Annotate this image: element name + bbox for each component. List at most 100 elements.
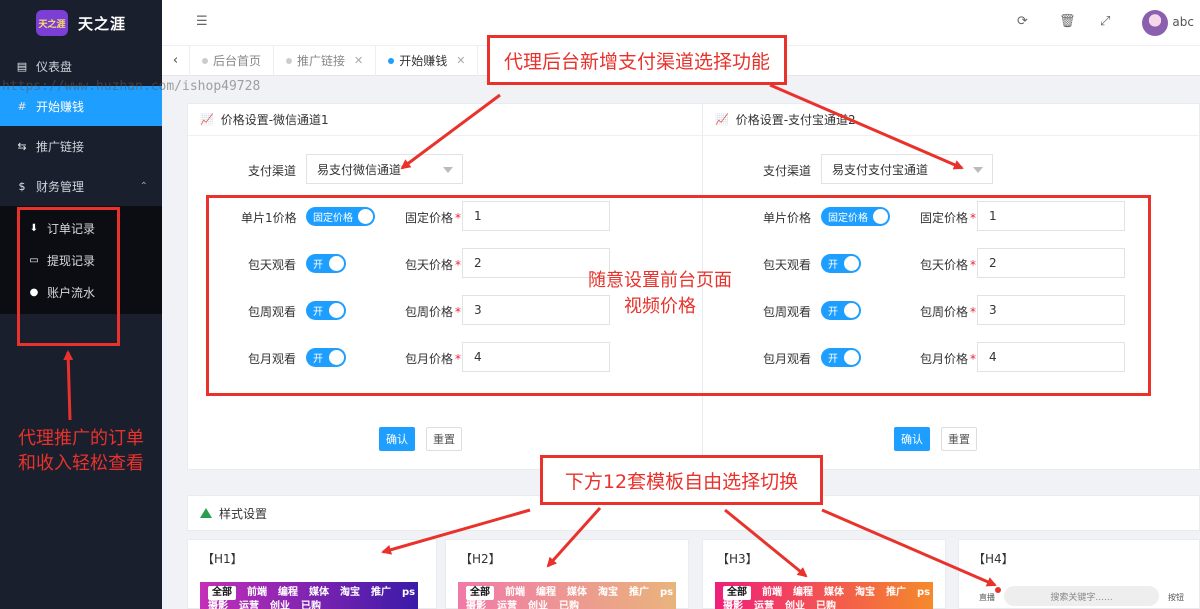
template-preview: 全部 前端 编程 媒体 淘宝 推广 ps 摄影 运营 创业 已购 <box>200 582 418 609</box>
tag: 前端 <box>247 587 267 598</box>
tag: 摄影 <box>208 601 228 609</box>
fullscreen-icon[interactable]: ⤢ <box>1100 14 1110 29</box>
template-preview: 全部 前端 编程 媒体 淘宝 推广 ps 摄影 运营 创业 已购 <box>458 582 676 609</box>
channel-select-value: 易支付微信通道 <box>317 162 402 177</box>
chart-line-icon: 📈 <box>715 113 729 126</box>
confirm-button[interactable]: 确认 <box>379 427 415 451</box>
finance-highlight-box <box>17 207 120 346</box>
tag: 创业 <box>270 601 290 609</box>
logo-badge: 天之涯 <box>36 10 68 36</box>
tag: 全部 <box>466 586 494 600</box>
tag: 已购 <box>301 601 321 609</box>
channel-label: 支付渠道 <box>763 164 812 178</box>
annotation-line: 随意设置前台页面 <box>588 270 732 291</box>
tag: 运营 <box>239 601 259 609</box>
panel-title: 价格设置-微信通道1 <box>220 113 329 127</box>
tag: 推广 <box>629 587 649 598</box>
tag: 编程 <box>536 587 556 598</box>
annotation-video-price: 随意设置前台页面 视频价格 <box>570 268 750 320</box>
chevron-down-icon <box>973 167 983 173</box>
tag: 媒体 <box>309 587 329 598</box>
channel-select-value: 易支付支付宝通道 <box>832 162 929 177</box>
tag: 淘宝 <box>340 587 360 598</box>
sidebar-item-promo-link[interactable]: ⇆ 推广链接 <box>0 126 162 166</box>
tab-label: 推广链接 <box>297 54 346 68</box>
search-placeholder: 搜索关键字...... <box>1050 592 1113 603</box>
channel-label: 支付渠道 <box>248 164 297 178</box>
panel-title: 样式设置 <box>219 506 268 521</box>
annotation-line: 代理推广的订单 <box>18 428 144 449</box>
annotation-line: 视频价格 <box>624 296 696 317</box>
tab-promo-link[interactable]: 推广链接 ✕ <box>274 45 377 76</box>
channel-select[interactable]: 易支付微信通道 <box>306 154 463 184</box>
watermark: https://www.huzhan.com/ishop49728 <box>2 79 261 94</box>
template-card-h3[interactable]: 【H3】 全部 前端 编程 媒体 淘宝 推广 ps 摄影 运营 创业 已购 <box>702 539 946 609</box>
channel-select[interactable]: 易支付支付宝通道 <box>821 154 993 184</box>
tag: 创业 <box>528 601 548 609</box>
hash-icon: # <box>17 99 27 113</box>
annotation-orders: 代理推广的订单 和收入轻松查看 <box>6 426 156 476</box>
warning-icon <box>200 508 212 518</box>
annotation-templates: 下方12套模板自由选择切换 <box>540 455 823 505</box>
tag: 编程 <box>793 587 813 598</box>
refresh-icon[interactable]: ⟳ <box>1017 14 1028 29</box>
tag: 运营 <box>754 601 774 609</box>
template-card-h2[interactable]: 【H2】 全部 前端 编程 媒体 淘宝 推广 ps 摄影 运营 创业 已购 <box>445 539 689 609</box>
logo: 天之涯 天之涯 <box>0 0 162 46</box>
template-search-input: 搜索关键字...... <box>1004 586 1159 606</box>
template-preview: 全部 前端 编程 媒体 淘宝 推广 ps 摄影 运营 创业 已购 <box>715 582 933 609</box>
template-card-h1[interactable]: 【H1】 全部 前端 编程 媒体 淘宝 推广 ps 摄影 运营 创业 已购 <box>187 539 437 609</box>
avatar[interactable] <box>1142 10 1168 36</box>
tag: 淘宝 <box>855 587 875 598</box>
logo-title: 天之涯 <box>78 14 127 33</box>
panel-header: 📈 价格设置-支付宝通道2 <box>703 104 1199 136</box>
tag: 全部 <box>723 586 751 600</box>
sidebar-item-label: 开始赚钱 <box>36 99 85 114</box>
sidebar-item-label: 财务管理 <box>36 179 85 194</box>
tag: 淘宝 <box>598 587 618 598</box>
trash-icon[interactable]: 🗑 <box>1059 14 1076 29</box>
search-button-label: 按钮 <box>1168 593 1184 602</box>
annotation-line: 和收入轻松查看 <box>18 453 144 474</box>
template-card-h4[interactable]: 【H4】 直播 搜索关键字...... 按钮 <box>958 539 1200 609</box>
close-icon[interactable]: ✕ <box>354 54 363 67</box>
template-title: 【H3】 <box>717 552 758 566</box>
sidebar-item-finance[interactable]: $ 财务管理 ⌃ <box>0 166 162 206</box>
logo-badge-text: 天之涯 <box>38 19 66 30</box>
tab-dot <box>286 57 293 64</box>
close-icon[interactable]: ✕ <box>456 54 465 67</box>
reset-button[interactable]: 重置 <box>941 427 977 451</box>
confirm-button[interactable]: 确认 <box>894 427 930 451</box>
tab-dot <box>202 57 208 64</box>
username[interactable]: abc <box>1172 15 1194 29</box>
panel-title: 价格设置-支付宝通道2 <box>735 113 856 127</box>
sidebar-item-label: 仪表盘 <box>36 59 73 74</box>
tab-label: 后台首页 <box>213 54 262 68</box>
tab-dot <box>388 57 395 64</box>
template-title: 【H2】 <box>460 552 501 566</box>
template-title: 【H1】 <box>202 552 243 566</box>
tag: 已购 <box>816 601 836 609</box>
tag: ps <box>660 587 674 598</box>
tag: 已购 <box>559 601 579 609</box>
reset-button[interactable]: 重置 <box>426 427 462 451</box>
sidebar-item-label: 推广链接 <box>36 139 85 154</box>
menu-toggle-icon[interactable]: ☰ <box>196 14 208 29</box>
tab-start-earning[interactable]: 开始赚钱 ✕ <box>376 45 479 76</box>
live-dot <box>995 587 1001 593</box>
tag: 全部 <box>208 586 236 600</box>
chevron-left-icon[interactable]: ‹ <box>162 45 190 76</box>
template-title: 【H4】 <box>973 552 1014 566</box>
tag: 媒体 <box>824 587 844 598</box>
tag: 创业 <box>785 601 805 609</box>
annotation-payment-channel: 代理后台新增支付渠道选择功能 <box>487 35 787 85</box>
chart-line-icon: 📈 <box>200 113 214 126</box>
tag: 摄影 <box>466 601 486 609</box>
tag: ps <box>402 587 416 598</box>
tag: 前端 <box>505 587 525 598</box>
tab-home[interactable]: 后台首页 <box>190 45 275 76</box>
panel-header: 📈 价格设置-微信通道1 <box>188 104 702 136</box>
dashboard-icon: ▤ <box>16 59 28 73</box>
tag: 推广 <box>886 587 906 598</box>
tag: ps <box>917 587 931 598</box>
